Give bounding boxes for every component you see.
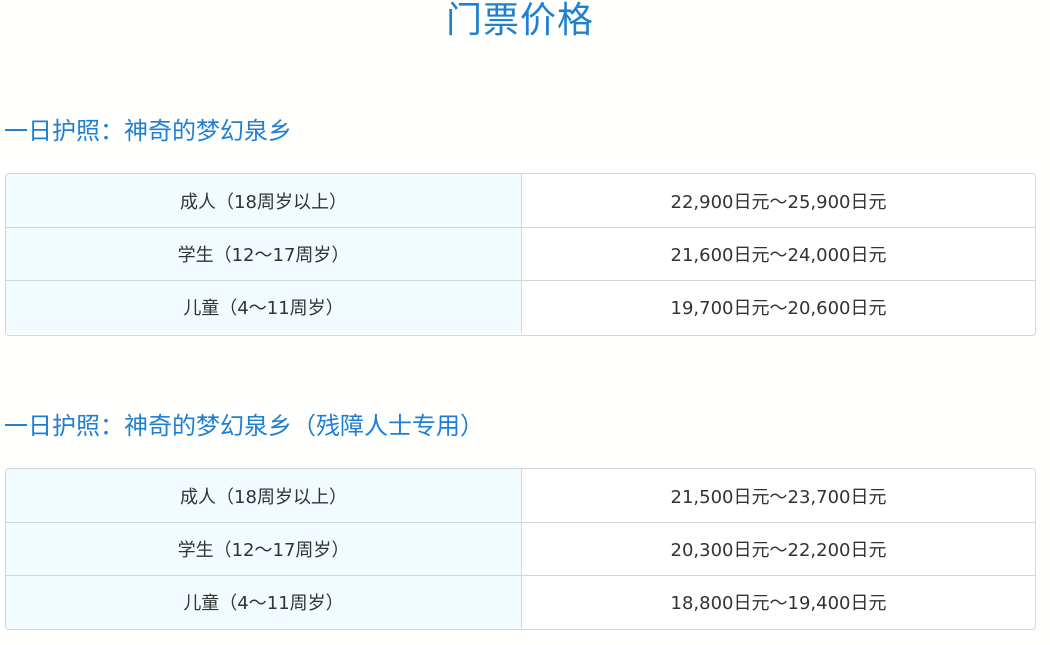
ticket-price-value: 21,600日元～24,000日元: [522, 228, 1035, 280]
price-table-accessible: 成人（18周岁以上） 21,500日元～23,700日元 学生（12～17周岁）…: [5, 468, 1036, 630]
ticket-type-label: 儿童（4～11周岁）: [6, 576, 522, 628]
table-row: 成人（18周岁以上） 21,500日元～23,700日元: [6, 469, 1035, 522]
ticket-type-label: 成人（18周岁以上）: [6, 469, 522, 522]
price-table-standard: 成人（18周岁以上） 22,900日元～25,900日元 学生（12～17周岁）…: [5, 173, 1036, 336]
ticket-price-value: 21,500日元～23,700日元: [522, 469, 1035, 522]
table-row: 学生（12～17周岁） 21,600日元～24,000日元: [6, 227, 1035, 280]
ticket-type-label: 学生（12～17周岁）: [6, 523, 522, 575]
ticket-type-label: 成人（18周岁以上）: [6, 174, 522, 227]
ticket-price-value: 19,700日元～20,600日元: [522, 281, 1035, 333]
section-heading-standard: 一日护照：神奇的梦幻泉乡: [4, 117, 292, 145]
page-title: 门票价格: [445, 0, 594, 41]
ticket-price-value: 22,900日元～25,900日元: [522, 174, 1035, 227]
ticket-price-value: 18,800日元～19,400日元: [522, 576, 1035, 628]
table-row: 学生（12～17周岁） 20,300日元～22,200日元: [6, 522, 1035, 575]
table-row: 儿童（4～11周岁） 18,800日元～19,400日元: [6, 575, 1035, 628]
table-row: 成人（18周岁以上） 22,900日元～25,900日元: [6, 174, 1035, 227]
ticket-price-page: 门票价格 一日护照：神奇的梦幻泉乡 成人（18周岁以上） 22,900日元～25…: [0, 0, 1050, 645]
ticket-type-label: 儿童（4～11周岁）: [6, 281, 522, 333]
table-row: 儿童（4～11周岁） 19,700日元～20,600日元: [6, 280, 1035, 333]
section-heading-accessible: 一日护照：神奇的梦幻泉乡（残障人士专用）: [4, 412, 484, 440]
ticket-price-value: 20,300日元～22,200日元: [522, 523, 1035, 575]
ticket-type-label: 学生（12～17周岁）: [6, 228, 522, 280]
